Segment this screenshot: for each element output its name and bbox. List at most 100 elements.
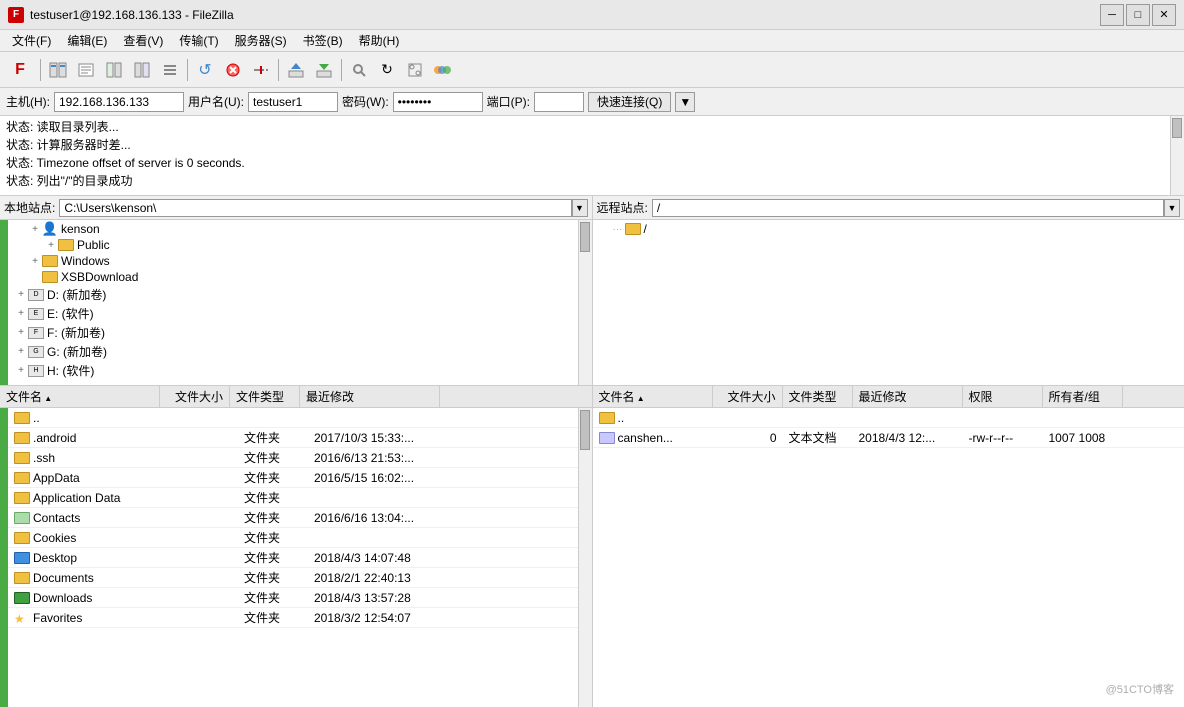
menu-help[interactable]: 帮助(H) <box>351 30 408 51</box>
tree-item-f[interactable]: + F F: (新加卷) <box>8 323 578 342</box>
file-row-appdata[interactable]: AppData 文件夹 2016/5/15 16:02:... <box>8 468 578 488</box>
local-path-input[interactable] <box>59 199 571 217</box>
remote-file-list: .. canshen... 0 文本文档 2018/4/3 12:... <box>593 408 1184 707</box>
col-header-name-local[interactable]: 文件名 <box>0 386 160 407</box>
file-type: 文件夹 <box>238 469 308 486</box>
maximize-button[interactable]: □ <box>1126 4 1150 26</box>
dotdot-icon: ··· <box>613 224 623 235</box>
toolbar-search[interactable] <box>346 57 372 83</box>
drive-icon: H <box>28 365 44 377</box>
local-file-scrollbar[interactable] <box>578 408 592 707</box>
col-header-type-local[interactable]: 文件类型 <box>230 386 300 407</box>
toolbar-filter[interactable] <box>402 57 428 83</box>
menu-view[interactable]: 查看(V) <box>115 30 171 51</box>
file-row-android[interactable]: .android 文件夹 2017/10/3 15:33:... <box>8 428 578 448</box>
file-type: 文件夹 <box>238 609 308 626</box>
file-row-ssh[interactable]: .ssh 文件夹 2016/6/13 21:53:... <box>8 448 578 468</box>
toolbar-toggle-local[interactable] <box>101 57 127 83</box>
port-input[interactable] <box>534 92 584 112</box>
remote-tree-panel: 远程站点: ▼ ··· / <box>593 196 1184 385</box>
expand-icon: + <box>14 308 28 319</box>
expand-icon <box>28 272 42 283</box>
col-header-name-remote[interactable]: 文件名 <box>593 386 713 407</box>
tree-item-e[interactable]: + E E: (软件) <box>8 304 578 323</box>
expand-icon: + <box>14 346 28 357</box>
file-row-desktop[interactable]: Desktop 文件夹 2018/4/3 14:07:48 <box>8 548 578 568</box>
file-row-downloads[interactable]: Downloads 文件夹 2018/4/3 13:57:28 <box>8 588 578 608</box>
toolbar-download[interactable] <box>311 57 337 83</box>
toolbar-toggle-queue[interactable] <box>157 57 183 83</box>
tree-item-d[interactable]: + D D: (新加卷) <box>8 285 578 304</box>
file-row-canshen[interactable]: canshen... 0 文本文档 2018/4/3 12:... -rw-r-… <box>593 428 1184 448</box>
col-header-owner-remote[interactable]: 所有者/组 <box>1043 386 1123 407</box>
file-row-parent-remote[interactable]: .. <box>593 408 1184 428</box>
file-row-contacts[interactable]: Contacts 文件夹 2016/6/16 13:04:... <box>8 508 578 528</box>
menu-bookmarks[interactable]: 书签(B) <box>295 30 351 51</box>
toolbar-open-manager[interactable] <box>45 57 71 83</box>
toolbar-toggle-remote[interactable] <box>129 57 155 83</box>
menu-server[interactable]: 服务器(S) <box>227 30 295 51</box>
local-panel-label: 本地站点: <box>4 199 55 216</box>
quick-connect-dropdown[interactable]: ▼ <box>675 92 695 112</box>
expand-icon: + <box>28 256 42 267</box>
quick-connect-button[interactable]: 快速连接(Q) <box>588 92 671 112</box>
file-modified: 2017/10/3 15:33:... <box>308 431 448 445</box>
file-modified: 2018/4/3 14:07:48 <box>308 551 448 565</box>
toolbar-upload[interactable] <box>283 57 309 83</box>
local-indicator <box>0 220 8 385</box>
window-controls: ─ □ ✕ <box>1100 4 1176 26</box>
toolbar-reconnect[interactable]: ↺ <box>192 57 218 83</box>
tree-item-windows[interactable]: + Windows <box>8 253 578 269</box>
toolbar-toggle-log[interactable] <box>73 57 99 83</box>
menu-file[interactable]: 文件(F) <box>4 30 59 51</box>
remote-path-dropdown[interactable]: ▼ <box>1164 199 1180 217</box>
tree-item-public[interactable]: + Public <box>8 237 578 253</box>
tree-item-g[interactable]: + G G: (新加卷) <box>8 342 578 361</box>
remote-tree: ··· / <box>593 220 1184 385</box>
watermark: @51CTO博客 <box>1106 681 1174 697</box>
file-owner: 1007 1008 <box>1043 431 1123 445</box>
col-header-size-local[interactable]: 文件大小 <box>160 386 230 407</box>
tree-item-kenson[interactable]: + 👤 kenson <box>8 221 578 237</box>
remote-path-input[interactable] <box>652 199 1164 217</box>
user-input[interactable] <box>248 92 338 112</box>
toolbar-compare[interactable] <box>430 57 456 83</box>
tree-label: kenson <box>61 222 100 236</box>
local-path-dropdown[interactable]: ▼ <box>572 199 588 217</box>
toolbar-cancel[interactable] <box>220 57 246 83</box>
host-input[interactable] <box>54 92 184 112</box>
tree-item-root[interactable]: ··· / <box>593 221 1184 237</box>
close-button[interactable]: ✕ <box>1152 4 1176 26</box>
col-header-modified-local[interactable]: 最近修改 <box>300 386 440 407</box>
file-row-parent[interactable]: .. <box>8 408 578 428</box>
tree-label: H: (软件) <box>47 362 94 379</box>
file-row-documents[interactable]: Documents 文件夹 2018/2/1 22:40:13 <box>8 568 578 588</box>
col-header-size-remote[interactable]: 文件大小 <box>713 386 783 407</box>
folder-icon <box>58 239 74 251</box>
file-row-favorites[interactable]: ★Favorites 文件夹 2018/3/2 12:54:07 <box>8 608 578 628</box>
toolbar-refresh[interactable]: ↻ <box>374 57 400 83</box>
toolbar-logo: F <box>4 56 36 84</box>
file-type: 文件夹 <box>238 429 308 446</box>
doc-icon <box>599 432 615 444</box>
file-row-appdata2[interactable]: Application Data 文件夹 <box>8 488 578 508</box>
col-header-perm-remote[interactable]: 权限 <box>963 386 1043 407</box>
local-file-list: .. .android 文件夹 2017/10/3 15:33:... <box>8 408 578 707</box>
tree-item-h[interactable]: + H H: (软件) <box>8 361 578 380</box>
minimize-button[interactable]: ─ <box>1100 4 1124 26</box>
tree-label: Public <box>77 238 110 252</box>
file-type: 文件夹 <box>238 509 308 526</box>
tree-item-xsbdownload[interactable]: XSBDownload <box>8 269 578 285</box>
toolbar-sep-3 <box>278 59 279 81</box>
file-row-cookies[interactable]: Cookies 文件夹 <box>8 528 578 548</box>
col-header-modified-remote[interactable]: 最近修改 <box>853 386 963 407</box>
menu-transfer[interactable]: 传输(T) <box>171 30 226 51</box>
file-type: 文件夹 <box>238 569 308 586</box>
local-tree-scrollbar[interactable] <box>578 220 592 385</box>
pass-input[interactable] <box>393 92 483 112</box>
status-scrollbar[interactable] <box>1170 116 1184 195</box>
folder-icon <box>625 223 641 235</box>
menu-edit[interactable]: 编辑(E) <box>59 30 115 51</box>
col-header-type-remote[interactable]: 文件类型 <box>783 386 853 407</box>
toolbar-disconnect[interactable] <box>248 57 274 83</box>
